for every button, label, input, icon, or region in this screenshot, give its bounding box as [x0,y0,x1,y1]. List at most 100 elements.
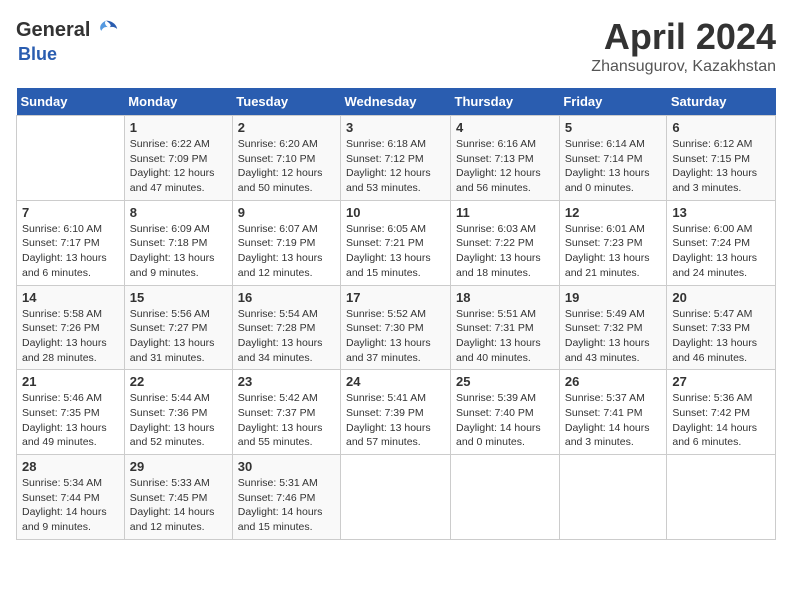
day-number: 28 [22,459,119,474]
day-info: Sunrise: 5:41 AMSunset: 7:39 PMDaylight:… [346,391,445,450]
calendar-table: SundayMondayTuesdayWednesdayThursdayFrid… [16,88,776,540]
calendar-week-row: 28 Sunrise: 5:34 AMSunset: 7:44 PMDayligh… [17,455,776,540]
day-info: Sunrise: 5:39 AMSunset: 7:40 PMDaylight:… [456,391,554,450]
calendar-cell: 10 Sunrise: 6:05 AMSunset: 7:21 PMDayligh… [341,200,451,285]
day-info: Sunrise: 5:56 AMSunset: 7:27 PMDaylight:… [130,307,227,366]
calendar-cell: 12 Sunrise: 6:01 AMSunset: 7:23 PMDayligh… [559,200,667,285]
day-number: 13 [672,205,770,220]
day-number: 4 [456,120,554,135]
calendar-cell: 16 Sunrise: 5:54 AMSunset: 7:28 PMDayligh… [232,285,340,370]
day-number: 30 [238,459,335,474]
calendar-cell: 30 Sunrise: 5:31 AMSunset: 7:46 PMDayligh… [232,455,340,540]
logo-text: General [16,16,120,44]
day-info: Sunrise: 5:37 AMSunset: 7:41 PMDaylight:… [565,391,662,450]
logo-blue: Blue [18,44,57,65]
title-area: April 2024 Zhansugurov, Kazakhstan [591,16,776,76]
calendar-cell: 22 Sunrise: 5:44 AMSunset: 7:36 PMDayligh… [124,370,232,455]
calendar-cell: 29 Sunrise: 5:33 AMSunset: 7:45 PMDayligh… [124,455,232,540]
header: General Blue April 2024 Zhansugurov, Kaz… [16,16,776,76]
calendar-cell: 17 Sunrise: 5:52 AMSunset: 7:30 PMDayligh… [341,285,451,370]
day-info: Sunrise: 5:33 AMSunset: 7:45 PMDaylight:… [130,476,227,535]
day-info: Sunrise: 6:14 AMSunset: 7:14 PMDaylight:… [565,137,662,196]
day-number: 17 [346,290,445,305]
day-number: 24 [346,374,445,389]
day-info: Sunrise: 5:36 AMSunset: 7:42 PMDaylight:… [672,391,770,450]
day-number: 2 [238,120,335,135]
day-info: Sunrise: 5:42 AMSunset: 7:37 PMDaylight:… [238,391,335,450]
calendar-cell: 27Sunrise: 5:36 AMSunset: 7:42 PMDayligh… [667,370,776,455]
calendar-cell: 9 Sunrise: 6:07 AMSunset: 7:19 PMDaylight… [232,200,340,285]
day-number: 22 [130,374,227,389]
calendar-cell: 7Sunrise: 6:10 AMSunset: 7:17 PMDaylight… [17,200,125,285]
day-info: Sunrise: 6:12 AMSunset: 7:15 PMDaylight:… [672,137,770,196]
calendar-week-row: 14Sunrise: 5:58 AMSunset: 7:26 PMDayligh… [17,285,776,370]
calendar-cell: 2 Sunrise: 6:20 AMSunset: 7:10 PMDaylight… [232,116,340,201]
day-info: Sunrise: 5:46 AMSunset: 7:35 PMDaylight:… [22,391,119,450]
day-number: 10 [346,205,445,220]
day-header-friday: Friday [559,88,667,116]
day-info: Sunrise: 6:09 AMSunset: 7:18 PMDaylight:… [130,222,227,281]
day-number: 15 [130,290,227,305]
day-number: 8 [130,205,227,220]
calendar-cell: 1 Sunrise: 6:22 AMSunset: 7:09 PMDaylight… [124,116,232,201]
calendar-cell: 18 Sunrise: 5:51 AMSunset: 7:31 PMDayligh… [451,285,560,370]
calendar-cell: 21Sunrise: 5:46 AMSunset: 7:35 PMDayligh… [17,370,125,455]
day-number: 9 [238,205,335,220]
calendar-cell: 8 Sunrise: 6:09 AMSunset: 7:18 PMDaylight… [124,200,232,285]
calendar-cell [559,455,667,540]
day-number: 7 [22,205,119,220]
calendar-cell [17,116,125,201]
main-title: April 2024 [591,16,776,58]
calendar-week-row: 1 Sunrise: 6:22 AMSunset: 7:09 PMDaylight… [17,116,776,201]
calendar-cell: 28 Sunrise: 5:34 AMSunset: 7:44 PMDayligh… [17,455,125,540]
calendar-cell: 19 Sunrise: 5:49 AMSunset: 7:32 PMDayligh… [559,285,667,370]
day-info: Sunrise: 6:05 AMSunset: 7:21 PMDaylight:… [346,222,445,281]
day-info: Sunrise: 6:00 AMSunset: 7:24 PMDaylight:… [672,222,770,281]
calendar-cell [667,455,776,540]
calendar-cell: 6Sunrise: 6:12 AMSunset: 7:15 PMDaylight… [667,116,776,201]
calendar-cell: 13 Sunrise: 6:00 AMSunset: 7:24 PMDayligh… [667,200,776,285]
day-info: Sunrise: 5:51 AMSunset: 7:31 PMDaylight:… [456,307,554,366]
day-info: Sunrise: 6:20 AMSunset: 7:10 PMDaylight:… [238,137,335,196]
day-number: 25 [456,374,554,389]
day-info: Sunrise: 6:22 AMSunset: 7:09 PMDaylight:… [130,137,227,196]
day-info: Sunrise: 6:07 AMSunset: 7:19 PMDaylight:… [238,222,335,281]
day-header-tuesday: Tuesday [232,88,340,116]
day-info: Sunrise: 5:49 AMSunset: 7:32 PMDaylight:… [565,307,662,366]
calendar-cell [341,455,451,540]
day-info: Sunrise: 5:47 AMSunset: 7:33 PMDaylight:… [672,307,770,366]
calendar-cell: 14Sunrise: 5:58 AMSunset: 7:26 PMDayligh… [17,285,125,370]
logo-general: General [16,19,90,42]
day-number: 14 [22,290,119,305]
day-number: 5 [565,120,662,135]
day-number: 20 [672,290,770,305]
calendar-cell: 25 Sunrise: 5:39 AMSunset: 7:40 PMDayligh… [451,370,560,455]
day-info: Sunrise: 5:52 AMSunset: 7:30 PMDaylight:… [346,307,445,366]
day-info: Sunrise: 5:34 AMSunset: 7:44 PMDaylight:… [22,476,119,535]
day-number: 18 [456,290,554,305]
day-info: Sunrise: 6:01 AMSunset: 7:23 PMDaylight:… [565,222,662,281]
calendar-cell [451,455,560,540]
day-info: Sunrise: 5:31 AMSunset: 7:46 PMDaylight:… [238,476,335,535]
logo-bird-icon [92,16,120,44]
calendar-cell: 4 Sunrise: 6:16 AMSunset: 7:13 PMDaylight… [451,116,560,201]
day-header-saturday: Saturday [667,88,776,116]
day-number: 26 [565,374,662,389]
day-number: 12 [565,205,662,220]
day-number: 11 [456,205,554,220]
day-number: 1 [130,120,227,135]
calendar-cell: 11Sunrise: 6:03 AMSunset: 7:22 PMDayligh… [451,200,560,285]
calendar-cell: 23Sunrise: 5:42 AMSunset: 7:37 PMDayligh… [232,370,340,455]
calendar-cell: 26 Sunrise: 5:37 AMSunset: 7:41 PMDayligh… [559,370,667,455]
day-header-wednesday: Wednesday [341,88,451,116]
day-number: 19 [565,290,662,305]
day-info: Sunrise: 5:54 AMSunset: 7:28 PMDaylight:… [238,307,335,366]
day-number: 3 [346,120,445,135]
day-info: Sunrise: 5:44 AMSunset: 7:36 PMDaylight:… [130,391,227,450]
day-info: Sunrise: 6:16 AMSunset: 7:13 PMDaylight:… [456,137,554,196]
calendar-cell: 20 Sunrise: 5:47 AMSunset: 7:33 PMDayligh… [667,285,776,370]
day-number: 29 [130,459,227,474]
day-number: 16 [238,290,335,305]
calendar-cell: 3Sunrise: 6:18 AMSunset: 7:12 PMDaylight… [341,116,451,201]
day-header-sunday: Sunday [17,88,125,116]
